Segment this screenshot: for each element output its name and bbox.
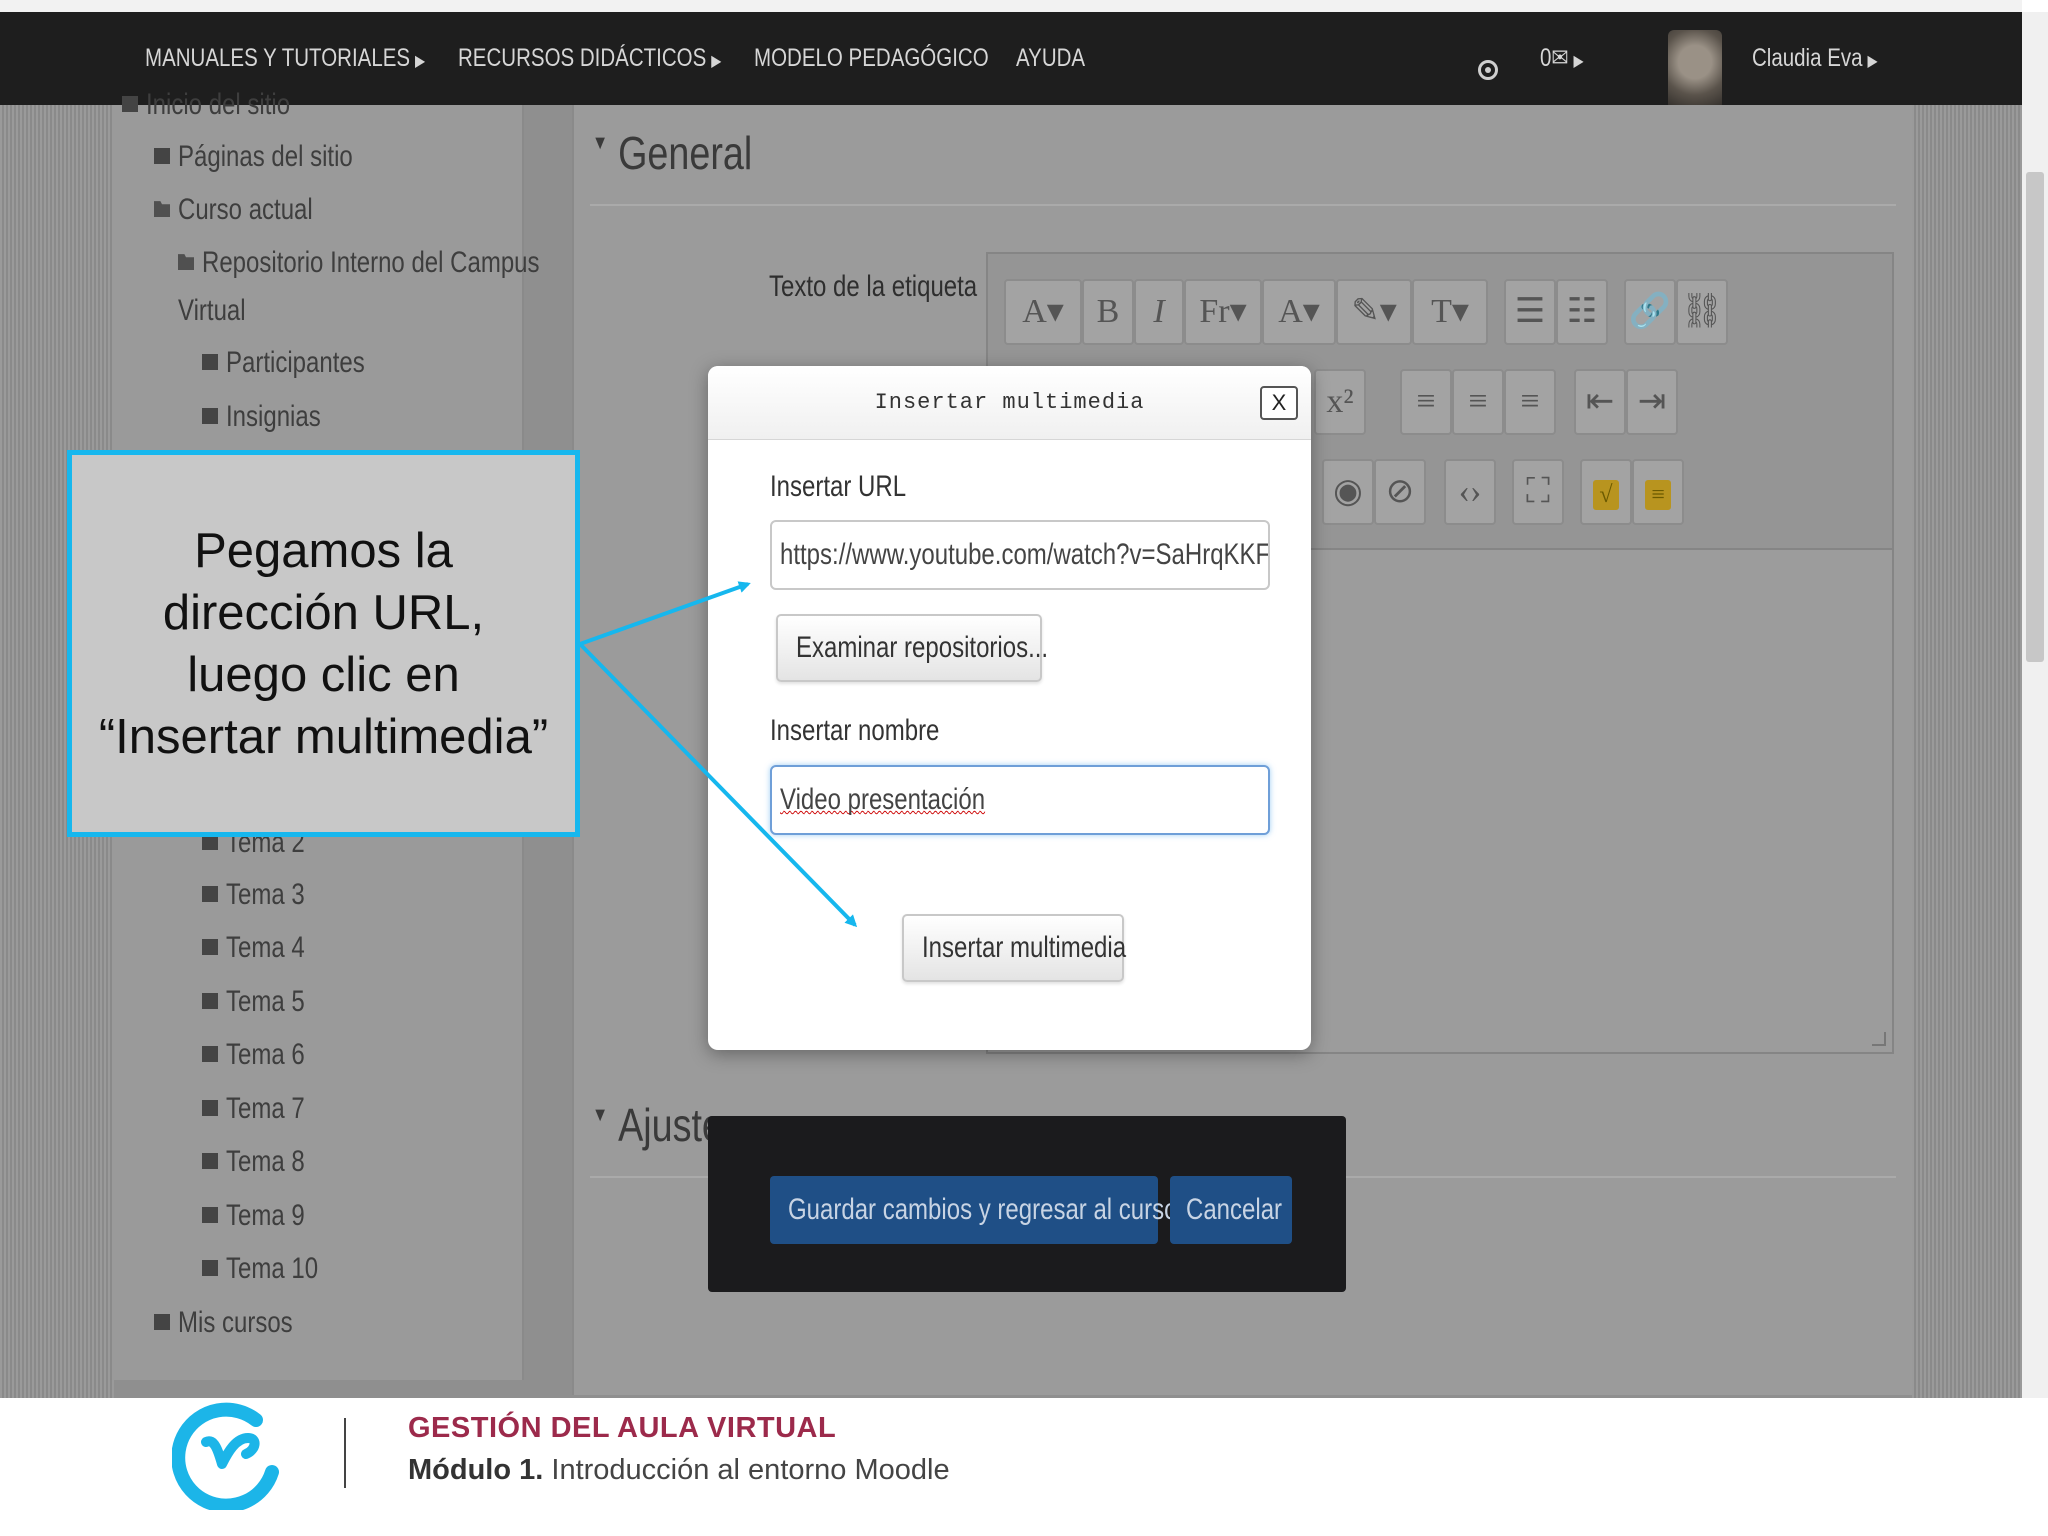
- font-size-button[interactable]: A▾: [1004, 279, 1082, 345]
- scrollbar-thumb[interactable]: [2026, 172, 2044, 662]
- italic-button[interactable]: I: [1134, 279, 1184, 345]
- sidebar-item-paginas[interactable]: Páginas del sitio: [154, 140, 353, 174]
- folder-icon: [154, 148, 170, 165]
- dialog-header: Insertar multimedia X: [708, 366, 1311, 440]
- folder-icon: [202, 939, 218, 956]
- nav-recursos[interactable]: RECURSOS DIDÁCTICOS ▶: [458, 12, 721, 105]
- align-right-button[interactable]: ≡: [1504, 369, 1556, 435]
- close-icon[interactable]: X: [1260, 386, 1298, 420]
- nav-ayuda[interactable]: AYUDA: [1016, 12, 1085, 105]
- text-color-button[interactable]: A▾: [1262, 279, 1336, 345]
- save-return-button[interactable]: Guardar cambios y regresar al curso: [770, 1176, 1177, 1244]
- v-logo-icon: [172, 1402, 279, 1510]
- window-top-edge: [0, 0, 2022, 12]
- sidebar-item-tema-9[interactable]: Tema 9: [202, 1199, 305, 1233]
- user-menu[interactable]: Claudia Eva ▶: [1752, 12, 1878, 105]
- numbered-list-button[interactable]: ☷: [1556, 279, 1608, 345]
- indent-button[interactable]: ⇥: [1626, 369, 1678, 435]
- outdent-button[interactable]: ⇤: [1574, 369, 1626, 435]
- nav-modelo[interactable]: MODELO PEDAGÓGICO: [754, 12, 989, 105]
- avatar[interactable]: [1668, 30, 1722, 110]
- style-button[interactable]: T▾: [1412, 279, 1488, 345]
- sidebar-item-tema-7[interactable]: Tema 7: [202, 1092, 305, 1126]
- bold-button[interactable]: B: [1082, 279, 1134, 345]
- footer-subtitle: Módulo 1. Introducción al entorno Moodle: [408, 1454, 950, 1486]
- superscript-button[interactable]: x²: [1314, 369, 1366, 435]
- footer-title: GESTIÓN DEL AULA VIRTUAL: [408, 1412, 837, 1444]
- screenshot-area: MANUALES Y TUTORIALES ▶ RECURSOS DIDÁCTIC…: [0, 0, 2022, 1398]
- annotation-callout: Pegamos la dirección URL, luego clic en …: [67, 450, 580, 837]
- sidebar-item-tema-5[interactable]: Tema 5: [202, 985, 305, 1019]
- cancel-button[interactable]: Cancelar: [1170, 1176, 1292, 1244]
- folder-icon: [202, 993, 218, 1010]
- sidebar-item-tema-8[interactable]: Tema 8: [202, 1145, 305, 1179]
- folder-icon: [202, 1260, 218, 1277]
- field-label-texto: Texto de la etiqueta: [769, 270, 978, 303]
- accessibility-checker-icon[interactable]: ◉: [1322, 459, 1374, 525]
- resize-grip-icon[interactable]: [1872, 1032, 1886, 1046]
- folder-icon: [154, 1314, 170, 1331]
- fullscreen-button[interactable]: ⛶: [1512, 459, 1564, 525]
- sidebar-item-virtual[interactable]: Virtual: [178, 294, 246, 328]
- help-circle-icon[interactable]: [1478, 60, 1498, 80]
- bullet-list-button[interactable]: ☰: [1504, 279, 1556, 345]
- section-ajustes[interactable]: ▼ Ajuste: [592, 1098, 723, 1152]
- align-center-button[interactable]: ≡: [1452, 369, 1504, 435]
- unlink-icon[interactable]: ⛓: [1676, 279, 1728, 345]
- collapse-triangle-icon: ▼: [592, 1104, 609, 1126]
- footer-separator: [344, 1418, 346, 1488]
- link-icon[interactable]: 🔗: [1624, 279, 1676, 345]
- browse-repositories-button[interactable]: Examinar repositorios...: [776, 614, 1048, 682]
- sidebar-item-tema-6[interactable]: Tema 6: [202, 1038, 305, 1072]
- sidebar-item-tema-10[interactable]: Tema 10: [202, 1252, 318, 1286]
- folder-open-icon: [154, 201, 170, 218]
- insert-media-button[interactable]: Insertar multimedia: [902, 914, 1126, 982]
- sticky-action-bar: Guardar cambios y regresar al curso Canc…: [708, 1116, 1346, 1292]
- wiris-chem-button[interactable]: ≡: [1632, 459, 1684, 525]
- collapse-triangle-icon: ▼: [592, 132, 609, 154]
- equation-editor-button[interactable]: √: [1580, 459, 1632, 525]
- callout-text: Pegamos la dirección URL, luego clic en …: [98, 523, 549, 764]
- folder-icon: [202, 1153, 218, 1170]
- folder-icon: [202, 408, 218, 425]
- section-general[interactable]: ▼ General: [592, 126, 752, 180]
- dialog-title: Insertar multimedia: [874, 390, 1145, 415]
- html-source-button[interactable]: ‹›: [1444, 459, 1496, 525]
- page-scrollbar[interactable]: [2022, 12, 2048, 1398]
- messages-menu[interactable]: 0✉ ▶: [1540, 12, 1584, 105]
- name-label: Insertar nombre: [770, 714, 940, 747]
- sidebar-item-curso-actual[interactable]: Curso actual: [154, 193, 313, 227]
- sidebar-item-repositorio[interactable]: Repositorio Interno del Campus: [178, 246, 540, 280]
- folder-icon: [202, 354, 218, 371]
- folder-icon: [202, 1207, 218, 1224]
- url-input[interactable]: https://www.youtube.com/watch?v=SaHrqKKF…: [770, 520, 1270, 590]
- folder-open-icon: [178, 254, 194, 271]
- highlight-button[interactable]: ✎▾: [1336, 279, 1412, 345]
- align-left-button[interactable]: ≡: [1400, 369, 1452, 435]
- sidebar-item-inicio[interactable]: Inicio del sitio: [122, 88, 290, 122]
- envelope-icon: ✉: [1551, 44, 1569, 72]
- sidebar-item-insignias[interactable]: Insignias: [202, 400, 321, 434]
- top-navbar: MANUALES Y TUTORIALES ▶ RECURSOS DIDÁCTIC…: [0, 12, 2022, 110]
- right-dither-strip: [1912, 105, 2022, 1398]
- folder-icon: [202, 1100, 218, 1117]
- folder-icon: [202, 886, 218, 903]
- url-label: Insertar URL: [770, 470, 907, 503]
- sidebar-item-tema-4[interactable]: Tema 4: [202, 931, 305, 965]
- insert-media-dialog: Insertar multimedia X Insertar URL https…: [708, 366, 1311, 1050]
- sidebar-item-mis-cursos[interactable]: Mis cursos: [154, 1306, 293, 1340]
- font-family-button[interactable]: Fr▾: [1184, 279, 1262, 345]
- sidebar-item-participantes[interactable]: Participantes: [202, 346, 365, 380]
- folder-icon: [202, 1046, 218, 1063]
- screenreader-helper-icon[interactable]: ⊘: [1374, 459, 1426, 525]
- name-input[interactable]: Video presentación: [770, 765, 1270, 835]
- folder-icon: [122, 96, 138, 113]
- sidebar-item-tema-3[interactable]: Tema 3: [202, 878, 305, 912]
- slide-footer: [0, 1398, 2048, 1536]
- divider: [590, 204, 1896, 206]
